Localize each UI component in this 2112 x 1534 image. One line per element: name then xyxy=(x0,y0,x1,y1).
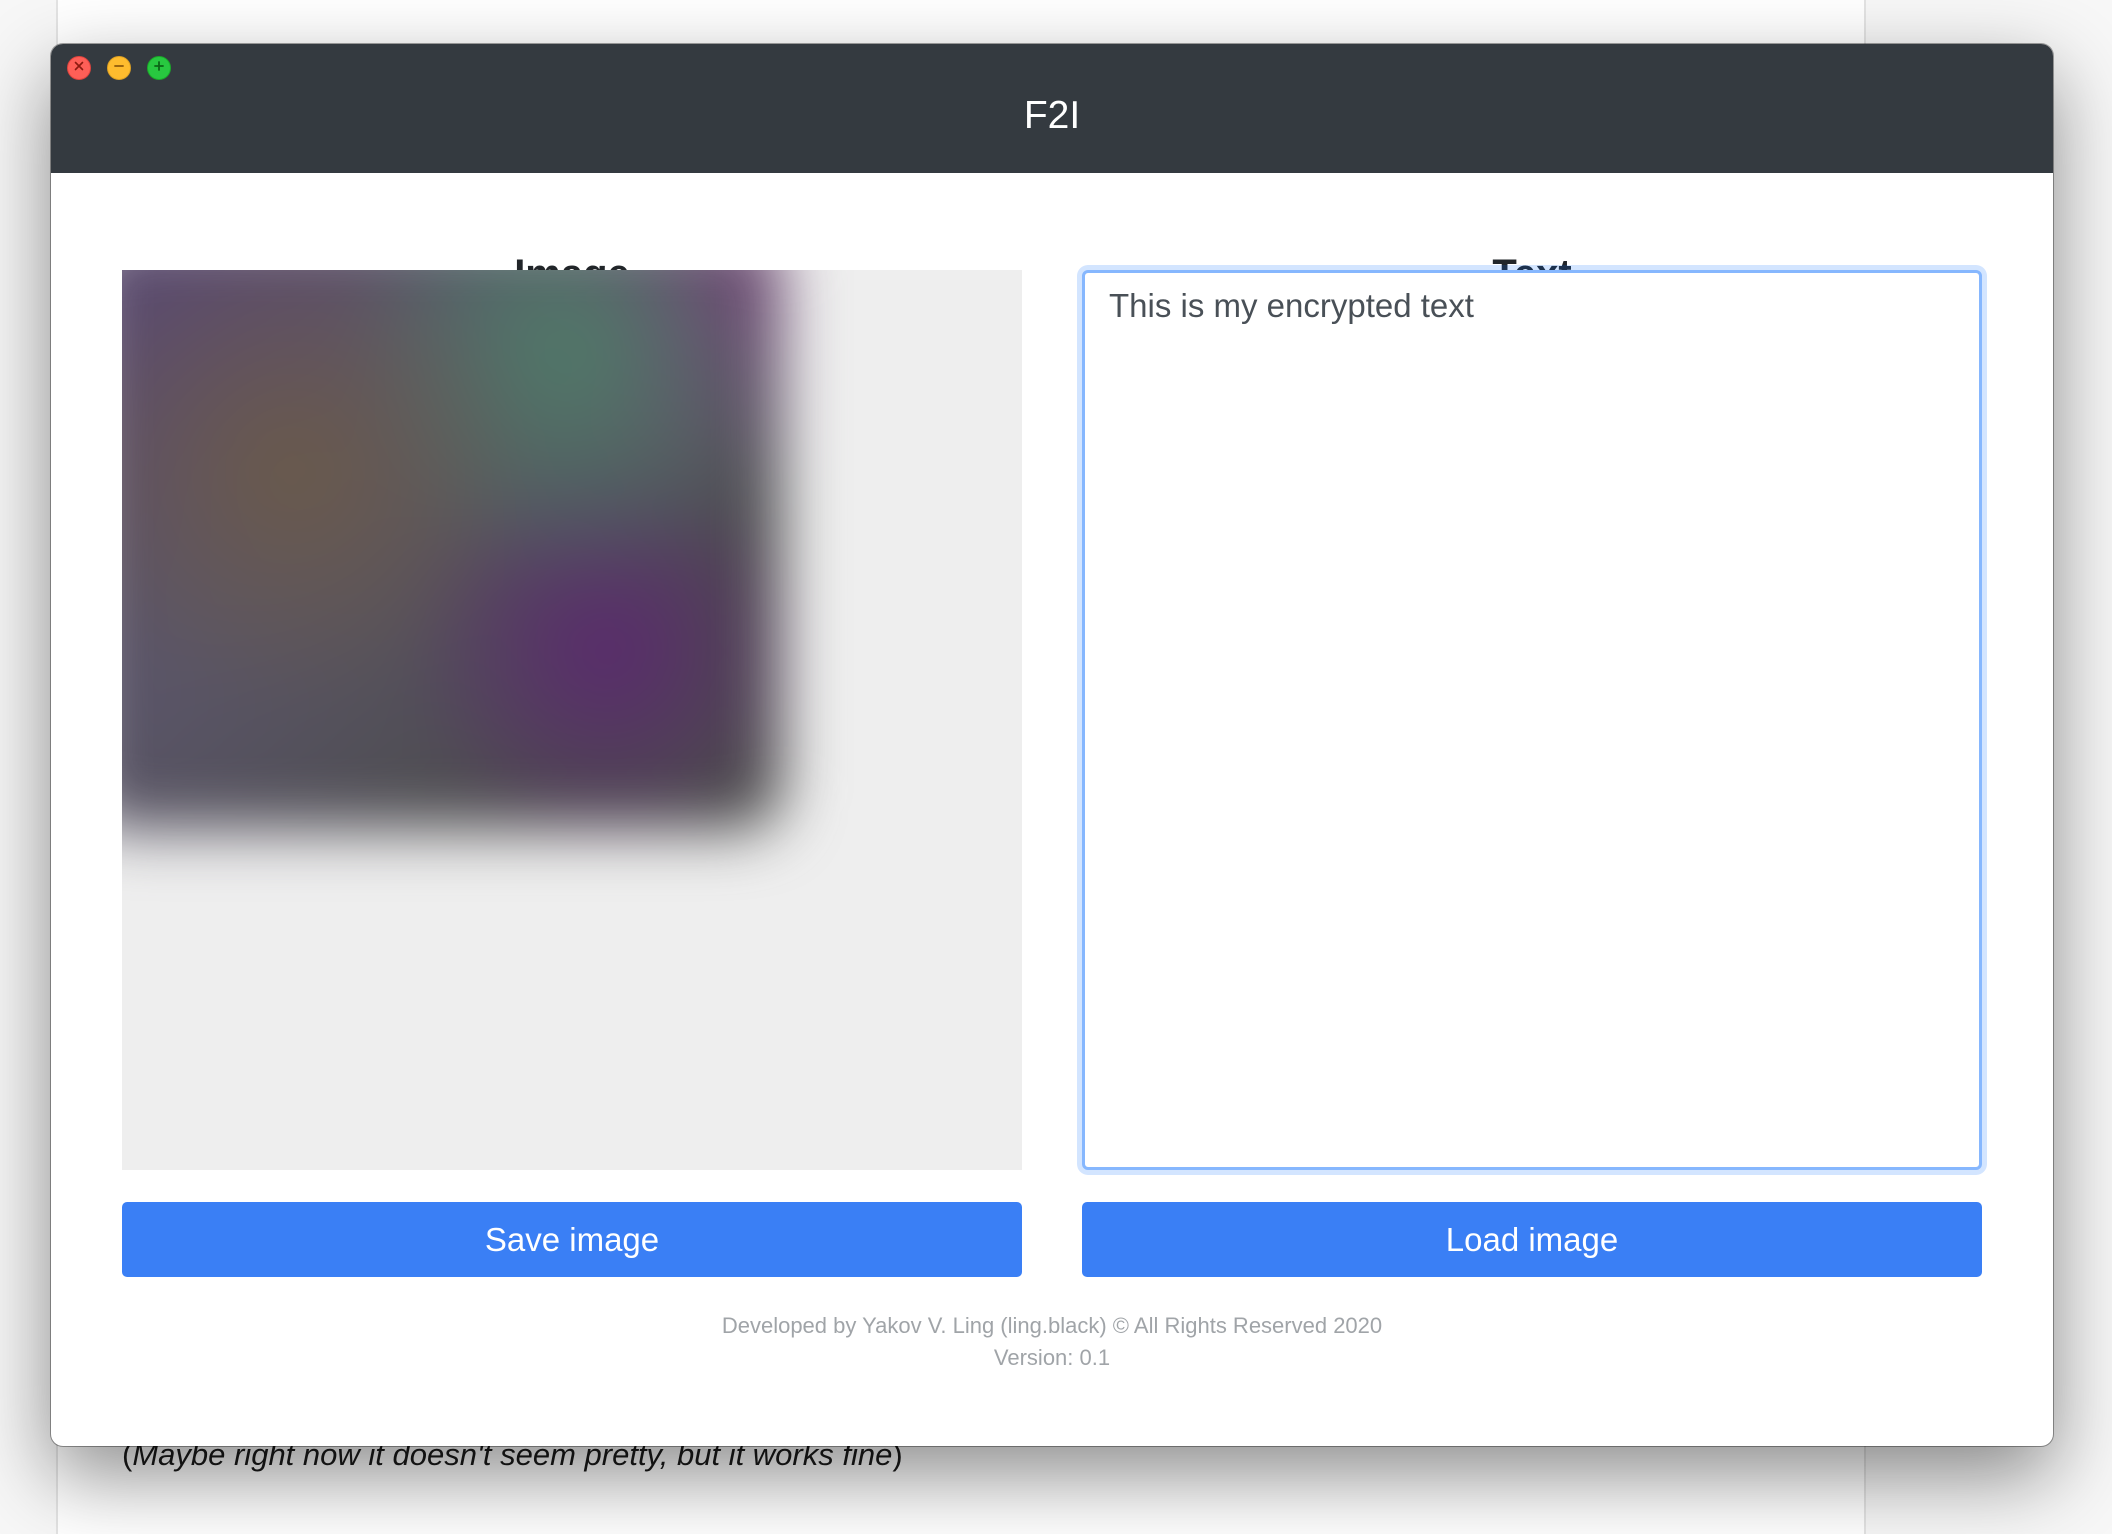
footer-credits: Developed by Yakov V. Ling (ling.black) … xyxy=(721,1313,1383,1338)
encoded-image xyxy=(122,270,782,830)
minimize-icon xyxy=(112,59,126,78)
window-title: F2I xyxy=(1023,94,1081,137)
app-window: F2I Image Text This is my encrypted text… xyxy=(51,44,2053,1446)
minimize-button[interactable] xyxy=(107,56,131,80)
maximize-icon xyxy=(152,59,166,78)
close-button[interactable] xyxy=(67,56,91,80)
text-input[interactable]: This is my encrypted text xyxy=(1082,270,1982,1170)
close-icon xyxy=(72,59,86,78)
load-image-button[interactable]: Load image xyxy=(1082,1202,1982,1277)
footer-version: Version: 0.1 xyxy=(993,1345,1111,1370)
maximize-button[interactable] xyxy=(147,56,171,80)
footer: Developed by Yakov V. Ling (ling.black) … xyxy=(51,1310,2053,1374)
image-preview xyxy=(122,270,1022,1170)
save-image-button[interactable]: Save image xyxy=(122,1202,1022,1277)
title-bar[interactable]: F2I xyxy=(51,44,2053,173)
